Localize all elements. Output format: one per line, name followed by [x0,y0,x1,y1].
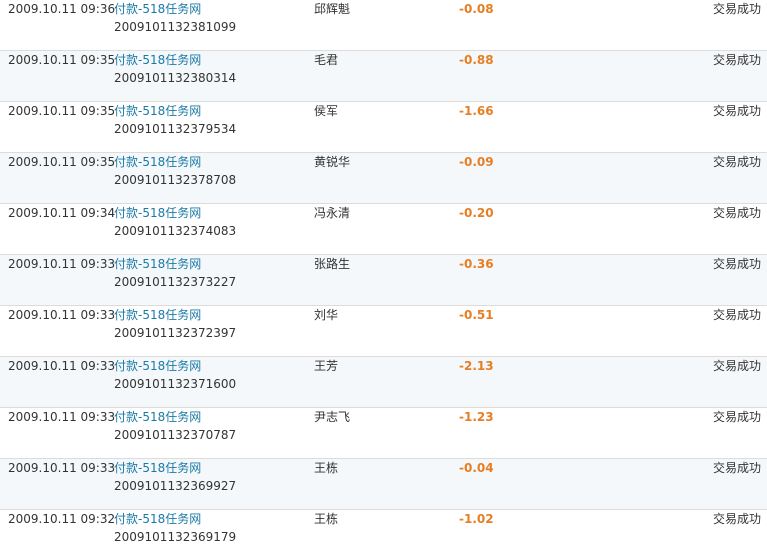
transaction-time: 2009.10.11 09:35 [8,104,116,118]
transaction-number: 2009101132369927 [114,479,237,493]
transaction-amount: -1.23 [459,410,494,424]
transaction-amount: -0.88 [459,53,494,67]
transaction-title-link[interactable]: 付款-518任务网 [114,460,236,476]
transaction-row: 2009.10.11 09:33 付款-518任务网 200910113237160… [0,357,767,408]
transaction-description: 付款-518任务网 2009101132370787 [114,409,236,443]
transaction-title-link[interactable]: 付款-518任务网 [114,511,236,527]
transaction-description: 付款-518任务网 2009101132380314 [114,52,236,86]
counterparty-name: 张路生 [314,257,351,271]
transaction-row: 2009.10.11 09:33 付款-518任务网 200910113236992… [0,459,767,510]
transaction-status: 交易成功 [712,308,761,322]
transaction-status: 交易成功 [712,104,761,118]
transaction-row: 2009.10.11 09:32 付款-518任务网 200910113236917… [0,510,767,556]
transaction-time: 2009.10.11 09:33 [8,308,116,322]
transaction-row: 2009.10.11 09:35 付款-518任务网 200910113237953… [0,102,767,153]
transaction-title-link[interactable]: 付款-518任务网 [114,409,236,425]
transaction-description: 付款-518任务网 2009101132373227 [114,256,236,290]
transaction-status: 交易成功 [712,155,761,169]
counterparty-name: 刘华 [314,308,339,322]
counterparty-name: 侯军 [314,104,339,118]
transaction-row: 2009.10.11 09:35 付款-518任务网 200910113237870… [0,153,767,204]
transaction-status: 交易成功 [712,461,761,475]
transaction-title-link[interactable]: 付款-518任务网 [114,358,236,374]
counterparty-name: 黄锐华 [314,155,351,169]
transaction-status: 交易成功 [712,257,761,271]
transaction-time: 2009.10.11 09:32 [8,512,116,526]
transaction-status: 交易成功 [712,206,761,220]
transaction-number: 2009101132373227 [114,275,237,289]
transaction-title-link[interactable]: 付款-518任务网 [114,205,236,221]
counterparty-name: 尹志飞 [314,410,351,424]
transaction-time: 2009.10.11 09:33 [8,410,116,424]
transaction-description: 付款-518任务网 2009101132371600 [114,358,236,392]
counterparty-name: 邱辉魁 [314,2,351,16]
transaction-description: 付款-518任务网 2009101132369179 [114,511,236,545]
transaction-description: 付款-518任务网 2009101132378708 [114,154,236,188]
transaction-status: 交易成功 [712,512,761,526]
transaction-row: 2009.10.11 09:36 付款-518任务网 200910113238109… [0,0,767,51]
transaction-amount: -0.08 [459,2,494,16]
transaction-title-link[interactable]: 付款-518任务网 [114,52,236,68]
transaction-status: 交易成功 [712,2,761,16]
transaction-title-link[interactable]: 付款-518任务网 [114,154,236,170]
transaction-status: 交易成功 [712,359,761,373]
transaction-description: 付款-518任务网 2009101132381099 [114,1,236,35]
transaction-amount: -0.36 [459,257,494,271]
transaction-number: 2009101132381099 [114,20,237,34]
transaction-row: 2009.10.11 09:33 付款-518任务网 200910113237322… [0,255,767,306]
transaction-time: 2009.10.11 09:34 [8,206,116,220]
transaction-amount: -0.09 [459,155,494,169]
counterparty-name: 王芳 [314,359,339,373]
transaction-row: 2009.10.11 09:33 付款-518任务网 200910113237239… [0,306,767,357]
transaction-amount: -1.02 [459,512,494,526]
transaction-number: 2009101132371600 [114,377,237,391]
transaction-number: 2009101132369179 [114,530,237,544]
transaction-description: 付款-518任务网 2009101132372397 [114,307,236,341]
transaction-title-link[interactable]: 付款-518任务网 [114,256,236,272]
transaction-row: 2009.10.11 09:33 付款-518任务网 200910113237078… [0,408,767,459]
transaction-status: 交易成功 [712,53,761,67]
transaction-description: 付款-518任务网 2009101132369927 [114,460,236,494]
transaction-number: 2009101132374083 [114,224,237,238]
transaction-number: 2009101132370787 [114,428,237,442]
transaction-time: 2009.10.11 09:36 [8,2,116,16]
transaction-description: 付款-518任务网 2009101132379534 [114,103,236,137]
transaction-amount: -1.66 [459,104,494,118]
transaction-row: 2009.10.11 09:34 付款-518任务网 200910113237408… [0,204,767,255]
transaction-time: 2009.10.11 09:35 [8,53,116,67]
transaction-list: 2009.10.11 09:36 付款-518任务网 200910113238109… [0,0,767,556]
transaction-title-link[interactable]: 付款-518任务网 [114,307,236,323]
transaction-number: 2009101132372397 [114,326,237,340]
transaction-amount: -2.13 [459,359,494,373]
counterparty-name: 王栋 [314,512,339,526]
counterparty-name: 毛君 [314,53,339,67]
transaction-description: 付款-518任务网 2009101132374083 [114,205,236,239]
transaction-time: 2009.10.11 09:35 [8,155,116,169]
counterparty-name: 冯永清 [314,206,351,220]
transaction-status: 交易成功 [712,410,761,424]
transaction-number: 2009101132378708 [114,173,237,187]
transaction-time: 2009.10.11 09:33 [8,461,116,475]
transaction-number: 2009101132379534 [114,122,237,136]
transaction-title-link[interactable]: 付款-518任务网 [114,103,236,119]
transaction-amount: -0.51 [459,308,494,322]
transaction-amount: -0.04 [459,461,494,475]
transaction-time: 2009.10.11 09:33 [8,257,116,271]
transaction-title-link[interactable]: 付款-518任务网 [114,1,236,17]
transaction-row: 2009.10.11 09:35 付款-518任务网 200910113238031… [0,51,767,102]
transaction-amount: -0.20 [459,206,494,220]
counterparty-name: 王栋 [314,461,339,475]
transaction-number: 2009101132380314 [114,71,237,85]
transaction-time: 2009.10.11 09:33 [8,359,116,373]
